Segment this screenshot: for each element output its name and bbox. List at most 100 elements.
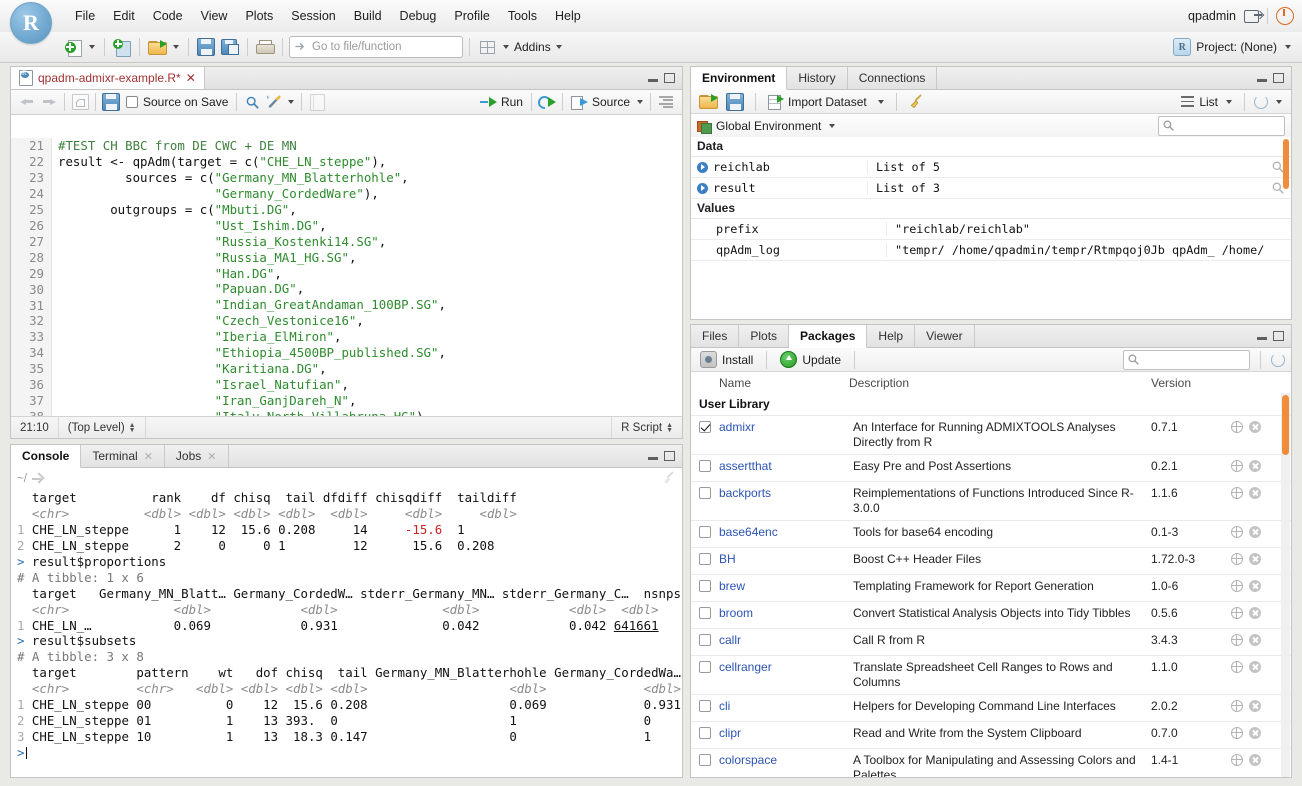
back-button[interactable]	[16, 91, 38, 113]
package-name[interactable]: base64enc	[719, 525, 853, 539]
package-row[interactable]: admixr An Interface for Running ADMIXTOOL…	[691, 416, 1291, 455]
package-name[interactable]: cellranger	[719, 660, 853, 674]
menu-build[interactable]: Build	[345, 5, 391, 27]
print-button[interactable]	[254, 36, 276, 58]
package-homepage-icon[interactable]	[1230, 753, 1243, 766]
package-load-cell[interactable]	[691, 552, 719, 565]
tab-files[interactable]: Files	[691, 325, 740, 347]
console-output[interactable]: target rank df chisq tail dfdiff chisqdi…	[11, 490, 682, 777]
source-file-tab[interactable]: qpadm-admixr-example.R* ✕	[11, 67, 205, 89]
package-checkbox[interactable]	[699, 580, 711, 592]
save-workspace-button[interactable]	[724, 91, 746, 113]
package-remove-icon[interactable]	[1249, 487, 1261, 499]
package-remove-icon[interactable]	[1249, 700, 1261, 712]
package-checkbox[interactable]	[699, 727, 711, 739]
menu-plots[interactable]: Plots	[236, 5, 282, 27]
package-homepage-icon[interactable]	[1230, 420, 1243, 433]
package-load-cell[interactable]	[691, 525, 719, 538]
package-load-cell[interactable]	[691, 459, 719, 472]
package-homepage-icon[interactable]	[1230, 699, 1243, 712]
package-checkbox[interactable]	[699, 607, 711, 619]
package-remove-icon[interactable]	[1249, 661, 1261, 673]
package-remove-icon[interactable]	[1249, 607, 1261, 619]
environment-scope-label[interactable]: Global Environment	[716, 119, 821, 133]
menu-view[interactable]: View	[192, 5, 237, 27]
document-outline-button[interactable]	[655, 91, 677, 113]
package-checkbox[interactable]	[699, 526, 711, 538]
refresh-icon[interactable]	[1254, 94, 1268, 109]
addins-label[interactable]: Addins	[514, 40, 551, 54]
tab-viewer[interactable]: Viewer	[915, 325, 975, 347]
environment-search-input[interactable]	[1158, 116, 1285, 136]
source-on-save-checkbox[interactable]: Source on Save	[122, 91, 232, 113]
package-row[interactable]: clipr Read and Write from the System Clip…	[691, 722, 1291, 749]
forward-button[interactable]	[38, 91, 60, 113]
package-checkbox[interactable]	[699, 421, 711, 433]
package-homepage-icon[interactable]	[1230, 579, 1243, 592]
package-load-cell[interactable]	[691, 606, 719, 619]
menu-help[interactable]: Help	[546, 5, 590, 27]
save-all-button[interactable]	[219, 36, 241, 58]
package-homepage-icon[interactable]	[1230, 726, 1243, 739]
compile-report-button[interactable]	[306, 91, 328, 113]
refresh-dropdown-icon[interactable]	[1276, 99, 1282, 104]
install-packages-button[interactable]: Install	[697, 349, 756, 371]
packages-scrollbar[interactable]	[1281, 393, 1290, 777]
code-tools-button[interactable]	[263, 91, 285, 113]
minimize-icon[interactable]	[1257, 332, 1267, 340]
package-name[interactable]: broom	[719, 606, 853, 620]
package-row[interactable]: colorspace A Toolbox for Manipulating and…	[691, 749, 1291, 777]
expand-icon[interactable]	[697, 161, 708, 173]
package-checkbox[interactable]	[699, 487, 711, 499]
close-icon[interactable]: ✕	[207, 450, 216, 463]
view-mode-label[interactable]: List	[1199, 95, 1218, 109]
package-remove-icon[interactable]	[1249, 754, 1261, 766]
tab-packages[interactable]: Packages	[789, 325, 868, 348]
package-name[interactable]: brew	[719, 579, 853, 593]
working-directory[interactable]: ~/	[17, 473, 45, 485]
code-editor[interactable]: 21222324252627282930313233343536373839 #…	[11, 138, 682, 416]
package-checkbox[interactable]	[699, 553, 711, 565]
menu-file[interactable]: File	[66, 5, 104, 27]
show-in-new-window-button[interactable]	[69, 91, 91, 113]
package-homepage-icon[interactable]	[1230, 459, 1243, 472]
import-dataset-dropdown-icon[interactable]	[877, 99, 884, 104]
package-remove-icon[interactable]	[1249, 553, 1261, 565]
package-load-cell[interactable]	[691, 633, 719, 646]
package-name[interactable]: admixr	[719, 420, 853, 434]
update-packages-button[interactable]: Update	[777, 349, 844, 371]
package-row[interactable]: brew Templating Framework for Report Gene…	[691, 575, 1291, 602]
view-mode-dropdown-icon[interactable]	[1226, 99, 1232, 104]
package-load-cell[interactable]	[691, 699, 719, 712]
project-dropdown-icon[interactable]	[1285, 45, 1291, 49]
package-row[interactable]: assertthat Easy Pre and Post Assertions 0.…	[691, 455, 1291, 482]
maximize-icon[interactable]	[664, 451, 675, 461]
rerun-button[interactable]	[535, 91, 558, 113]
new-file-dropdown-icon[interactable]	[89, 45, 95, 49]
import-dataset-button[interactable]: Import Dataset	[765, 91, 870, 113]
packages-list[interactable]: User Library admixr An Interface for Runn…	[691, 393, 1291, 777]
sign-out-icon[interactable]	[1244, 9, 1262, 23]
package-homepage-icon[interactable]	[1230, 606, 1243, 619]
new-file-button[interactable]	[62, 36, 84, 58]
packages-search-input[interactable]	[1123, 349, 1250, 370]
save-source-button[interactable]	[100, 91, 122, 113]
pane-layout-button[interactable]	[476, 36, 498, 58]
file-type-selector[interactable]: R Script ▲ ▼	[611, 417, 682, 438]
menu-profile[interactable]: Profile	[445, 5, 498, 27]
package-row[interactable]: base64enc Tools for base64 encoding 0.1-3	[691, 521, 1291, 548]
clear-console-button[interactable]	[662, 471, 676, 488]
tab-environment[interactable]: Environment	[691, 67, 788, 90]
menu-session[interactable]: Session	[282, 5, 344, 27]
tab-jobs[interactable]: Jobs ✕	[165, 445, 229, 467]
package-homepage-icon[interactable]	[1230, 552, 1243, 565]
package-homepage-icon[interactable]	[1230, 486, 1243, 499]
tab-plots[interactable]: Plots	[739, 325, 790, 347]
new-project-button[interactable]	[111, 36, 133, 58]
package-homepage-icon[interactable]	[1230, 633, 1243, 646]
package-name[interactable]: assertthat	[719, 459, 853, 473]
menu-debug[interactable]: Debug	[391, 5, 446, 27]
tab-terminal[interactable]: Terminal ✕	[81, 445, 165, 467]
package-name[interactable]: clipr	[719, 726, 853, 740]
tab-history[interactable]: History	[787, 67, 848, 89]
